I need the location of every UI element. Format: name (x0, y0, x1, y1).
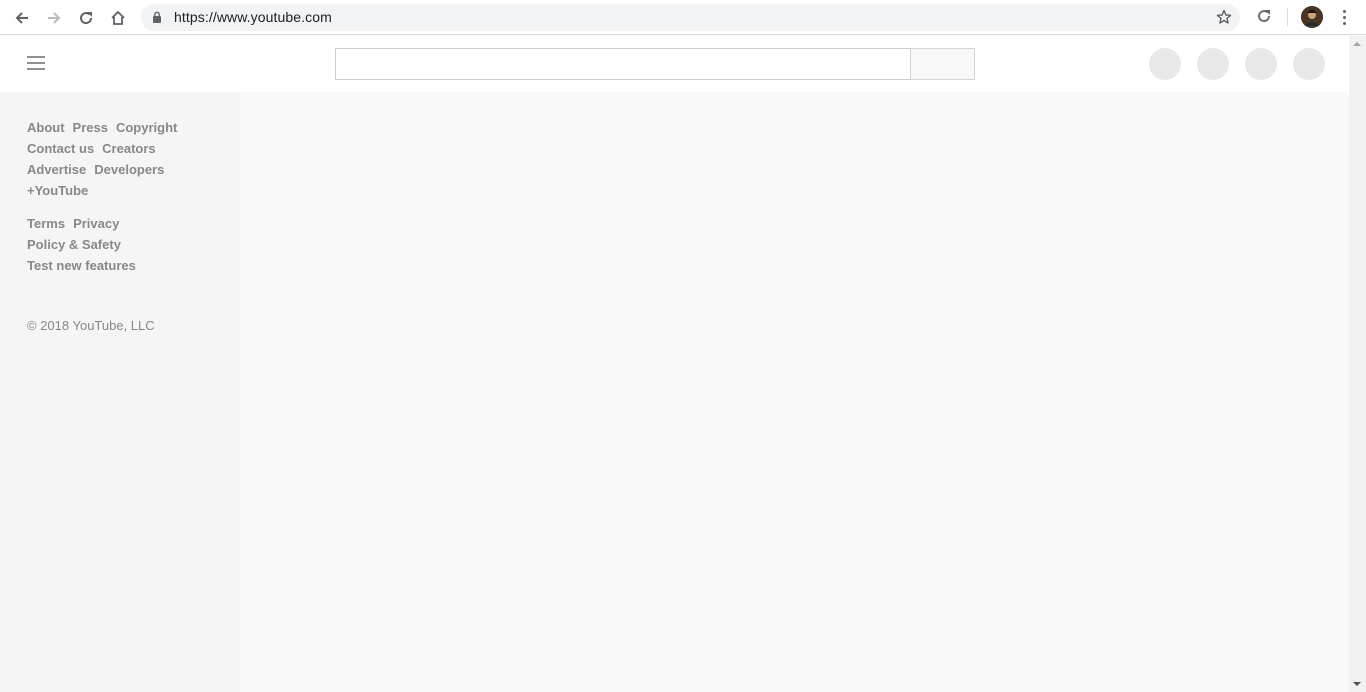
profile-avatar[interactable] (1301, 6, 1323, 28)
main-content (240, 92, 1349, 692)
masthead-button-placeholder-4[interactable] (1293, 48, 1325, 80)
footer-row: Advertise Developers (27, 159, 227, 180)
footer-link-terms[interactable]: Terms (27, 216, 65, 231)
footer-link-creators[interactable]: Creators (102, 141, 155, 156)
hamburger-icon[interactable] (27, 56, 45, 70)
footer-link-advertise[interactable]: Advertise (27, 162, 86, 177)
forward-button[interactable] (41, 5, 67, 31)
footer-links-secondary: Terms Privacy Policy & Safety Test new f… (27, 213, 227, 276)
lock-icon (153, 11, 161, 23)
url-text[interactable]: https://www.youtube.com (174, 9, 332, 25)
footer-row: Test new features (27, 255, 227, 276)
copyright-text: © 2018 YouTube, LLC (27, 318, 155, 333)
toolbar-divider (1287, 8, 1288, 26)
arrow-left-icon (15, 12, 28, 24)
back-button[interactable] (9, 5, 35, 31)
address-bar[interactable]: https://www.youtube.com (141, 4, 1240, 31)
footer-row: Terms Privacy (27, 213, 227, 234)
footer-link-plus-youtube[interactable]: +YouTube (27, 183, 88, 198)
masthead (0, 36, 1349, 92)
masthead-button-placeholder-2[interactable] (1197, 48, 1229, 80)
scroll-down-arrow-icon[interactable] (1353, 682, 1361, 686)
home-button[interactable] (105, 5, 131, 31)
footer-link-about[interactable]: About (27, 120, 65, 135)
search-button[interactable] (910, 48, 975, 80)
footer-link-privacy[interactable]: Privacy (73, 216, 119, 231)
masthead-button-placeholder-3[interactable] (1245, 48, 1277, 80)
footer-links-primary: About Press Copyright Contact us Creator… (27, 117, 227, 201)
footer-row: Policy & Safety (27, 234, 227, 255)
page-scrollbar[interactable] (1349, 36, 1366, 692)
footer-link-contact-us[interactable]: Contact us (27, 141, 94, 156)
scroll-up-arrow-icon[interactable] (1353, 42, 1361, 46)
reload-icon (80, 12, 93, 25)
browser-toolbar: https://www.youtube.com (0, 0, 1366, 35)
footer-link-copyright[interactable]: Copyright (116, 120, 177, 135)
footer-row: +YouTube (27, 180, 227, 201)
footer-link-policy-safety[interactable]: Policy & Safety (27, 237, 121, 252)
kebab-menu-icon[interactable] (1336, 6, 1352, 28)
footer-row: About Press Copyright (27, 117, 227, 138)
footer-link-press[interactable]: Press (73, 120, 108, 135)
footer-link-test-new-features[interactable]: Test new features (27, 258, 136, 273)
footer-row: Contact us Creators (27, 138, 227, 159)
search-input[interactable] (335, 48, 911, 80)
star-icon[interactable] (1216, 9, 1232, 25)
sync-extension-icon[interactable] (1254, 6, 1274, 26)
home-icon (111, 10, 125, 25)
reload-button[interactable] (73, 5, 99, 31)
guide-sidebar: About Press Copyright Contact us Creator… (0, 92, 240, 692)
footer-link-developers[interactable]: Developers (94, 162, 164, 177)
masthead-button-placeholder-1[interactable] (1149, 48, 1181, 80)
arrow-right-icon (48, 12, 61, 24)
avatar-icon (1301, 6, 1323, 28)
